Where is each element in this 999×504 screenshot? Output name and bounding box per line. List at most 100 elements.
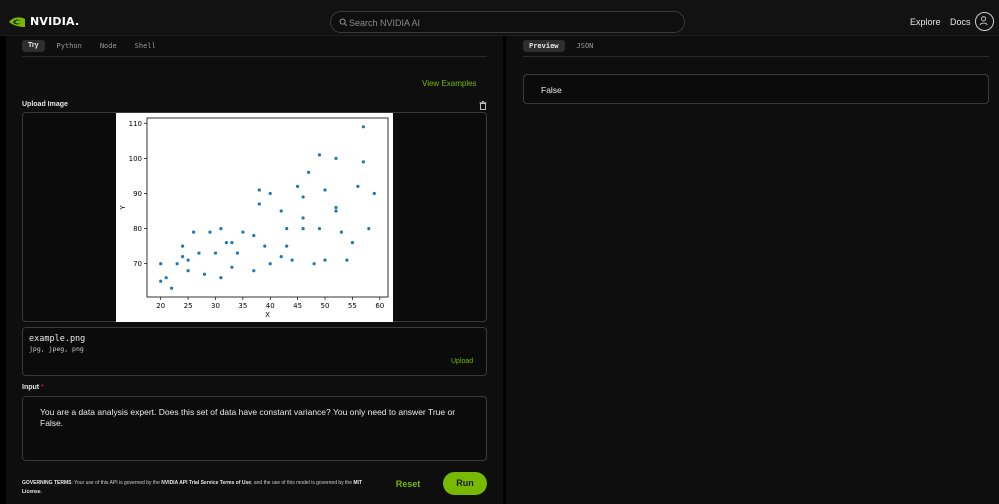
data-point-33 [296,184,300,188]
x-axis-label: X [265,311,270,319]
reset-button[interactable]: Reset [392,476,424,492]
data-point-46 [339,230,343,234]
tab-python[interactable]: Python [51,40,88,52]
plot-frame [146,117,389,298]
nav-docs-link[interactable]: Docs [950,17,971,27]
data-point-25 [263,244,267,248]
user-icon [979,16,988,26]
data-point-27 [268,191,272,196]
data-point-45 [334,156,338,160]
data-point-53 [372,191,376,196]
y-tick-label: 110 [129,120,142,128]
brand-name: NVIDIA. [30,15,80,28]
governing-text-2: ; and the use of this model is governed … [251,480,354,486]
data-point-38 [312,262,316,266]
data-point-36 [301,195,305,199]
data-point-21 [252,269,256,273]
y-tick-label: 90 [133,190,142,198]
image-preview: 20 25 30 35 40 45 50 55 60 70 80 90 100 110 X Y [22,112,487,322]
trash-icon[interactable] [479,101,487,110]
terms-of-use-link[interactable]: NVIDIA API Trial Service Terms of Use [161,480,251,486]
data-point-42 [323,258,327,262]
data-point-8 [186,258,190,262]
data-point-40 [317,227,322,231]
search-icon [339,18,348,27]
data-point-15 [219,227,223,231]
data-point-39 [317,153,322,157]
result-output: False [523,74,989,104]
data-point-6 [181,244,185,248]
data-point-19 [235,251,239,255]
data-point-4 [175,262,179,266]
data-point-20 [241,230,245,234]
data-point-22 [252,234,256,238]
search-bar[interactable] [330,11,685,33]
data-point-5 [181,255,185,259]
upload-image-label: Upload Image [22,101,68,108]
data-point-10 [197,251,201,255]
run-button[interactable]: Run [443,472,487,495]
data-point-35 [301,216,305,220]
x-tick-label: 50 [321,302,330,310]
input-label-text: Input [22,384,40,391]
data-point-12 [208,230,212,234]
data-point-11 [202,272,207,276]
y-tick-label: 80 [133,225,142,233]
nvidia-eye-icon [9,16,25,27]
tab-node[interactable]: Node [94,40,123,52]
x-tick-label: 60 [375,302,384,310]
prompt-textarea[interactable]: You are a data analysis expert. Does thi… [22,396,487,461]
x-tick-label: 45 [293,302,302,310]
data-point-2 [164,276,168,280]
search-input[interactable] [349,15,669,30]
x-tick-label: 30 [211,302,220,310]
tab-try[interactable]: Try [22,40,45,52]
data-point-3 [170,286,174,290]
data-point-51 [361,160,365,164]
data-point-43 [334,209,338,213]
data-point-41 [323,188,327,192]
nav-explore-link[interactable]: Explore [910,17,941,27]
data-point-30 [285,244,289,248]
data-point-52 [367,227,371,231]
data-point-24 [257,188,261,192]
data-point-49 [356,184,360,188]
data-point-44 [334,205,338,210]
data-point-32 [290,258,294,262]
data-point-0 [159,279,163,283]
request-panel: Try Python Node Shell View Examples Uplo… [6,36,503,504]
governing-text-3: . [40,489,43,495]
input-label: Input * [22,384,44,391]
upload-button[interactable]: Upload [451,358,473,365]
x-tick-label: 55 [348,302,357,310]
tab-preview[interactable]: Preview [523,40,565,52]
y-tick-label: 70 [133,260,142,268]
data-point-17 [230,265,234,269]
result-text: False [541,85,562,95]
code-tabs: Try Python Node Shell [22,40,162,52]
data-point-50 [361,125,365,129]
output-tabs: Preview JSON [523,40,599,52]
required-marker: * [41,384,44,391]
scatter-chart: 20 25 30 35 40 45 50 55 60 70 80 90 100 110 X Y [119,117,389,319]
uploaded-chart-image: 20 25 30 35 40 45 50 55 60 70 80 90 100 110 X Y [116,113,393,322]
data-point-23 [257,202,261,206]
data-point-34 [301,227,305,231]
tab-shell[interactable]: Shell [129,40,162,52]
x-tick-label: 40 [266,302,275,310]
view-examples-button[interactable]: View Examples [422,79,477,88]
user-avatar[interactable] [975,12,994,31]
data-point-47 [345,258,349,262]
prompt-text[interactable]: You are a data analysis expert. Does thi… [40,407,480,429]
data-point-18 [230,241,234,245]
nvidia-logo[interactable]: NVIDIA. [8,15,79,28]
data-point-26 [268,262,272,266]
x-tick-label: 20 [156,302,165,310]
data-point-29 [279,209,283,213]
data-point-14 [219,276,223,280]
tab-json[interactable]: JSON [571,40,600,52]
governing-terms-heading: GOVERNING TERMS [22,480,72,486]
file-dropzone[interactable]: example.png jpg, jpeg, png Upload [22,327,487,376]
file-types: jpg, jpeg, png [29,345,84,353]
governing-text-1: : Your use of this API is governed by th… [71,480,162,486]
